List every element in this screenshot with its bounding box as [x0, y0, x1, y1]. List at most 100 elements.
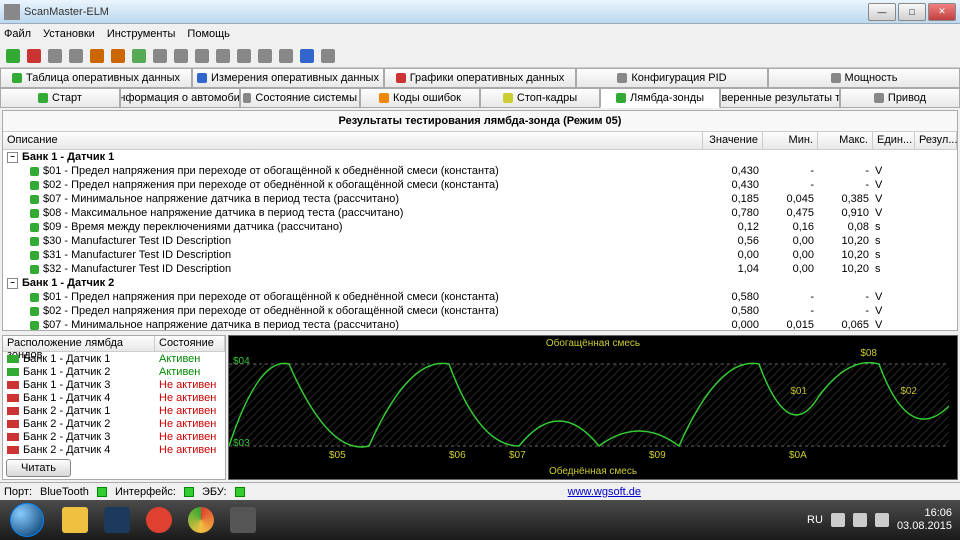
item-row[interactable]: $07 - Минимальное напряжение датчика в п… [3, 192, 957, 206]
tab-1[interactable]: Информация о автомобиле [120, 88, 240, 108]
sensor-row[interactable]: Банк 2 - Датчик 3Не активен [3, 430, 225, 443]
item-max: 0,385 [814, 193, 869, 205]
toolbar-button-2[interactable] [46, 47, 64, 65]
tab-5[interactable]: Лямбда-зонды [600, 88, 720, 108]
tab-0[interactable]: Старт [0, 88, 120, 108]
taskbar-app[interactable] [223, 504, 263, 536]
status-dot-icon [30, 209, 39, 218]
menu-file[interactable]: Файл [4, 28, 31, 40]
sensor-row[interactable]: Банк 1 - Датчик 2Активен [3, 365, 225, 378]
sensor-row[interactable]: Банк 1 - Датчик 1Активен [3, 352, 225, 365]
column-headers: Описание Значение Мин. Макс. Един... Рез… [3, 132, 957, 150]
menu-settings[interactable]: Установки [43, 28, 95, 40]
item-value: 0,12 [699, 221, 759, 233]
status-ecu-label: ЭБУ: [202, 486, 227, 498]
item-row[interactable]: $31 - Manufacturer Test ID Description0,… [3, 248, 957, 262]
item-row[interactable]: $09 - Время между переключениями датчика… [3, 220, 957, 234]
tab-1[interactable]: Измерения оперативных данных [192, 68, 384, 88]
tab-icon [396, 73, 406, 83]
item-row[interactable]: $01 - Предел напряжения при переходе от … [3, 164, 957, 178]
toolbar-button-13[interactable] [277, 47, 295, 65]
toolbar-button-15[interactable] [319, 47, 337, 65]
toolbar-button-8[interactable] [172, 47, 190, 65]
read-button[interactable]: Читать [6, 459, 71, 477]
tray-network-icon[interactable] [853, 513, 867, 527]
group-row[interactable]: −Банк 1 - Датчик 2 [3, 276, 957, 290]
menu-tools[interactable]: Инструменты [107, 28, 176, 40]
item-row[interactable]: $08 - Максимальное напряжение датчика в … [3, 206, 957, 220]
col-max[interactable]: Макс. [818, 132, 873, 149]
toolbar-button-9[interactable] [193, 47, 211, 65]
tab-4[interactable]: Мощность [768, 68, 960, 88]
item-row[interactable]: $01 - Предел напряжения при переходе от … [3, 290, 957, 304]
tab-label: Лямбда-зонды [630, 92, 704, 104]
col-result[interactable]: Резул... [915, 132, 957, 149]
tab-3[interactable]: Коды ошибок [360, 88, 480, 108]
toolbar-button-4[interactable] [88, 47, 106, 65]
status-iface-label: Интерфейс: [115, 486, 176, 498]
tab-4[interactable]: Стоп-кадры [480, 88, 600, 108]
item-unit: V [869, 193, 911, 205]
sensor-row[interactable]: Банк 1 - Датчик 3Не активен [3, 378, 225, 391]
item-min: - [759, 165, 814, 177]
item-row[interactable]: $07 - Минимальное напряжение датчика в п… [3, 318, 957, 330]
tab-2[interactable]: Графики оперативных данных [384, 68, 576, 88]
sensor-col-state[interactable]: Состояние [155, 336, 225, 351]
sensor-row[interactable]: Банк 2 - Датчик 2Не активен [3, 417, 225, 430]
sensor-row[interactable]: Банк 1 - Датчик 4Не активен [3, 391, 225, 404]
taskbar-photoshop[interactable] [97, 504, 137, 536]
results-tree[interactable]: −Банк 1 - Датчик 1$01 - Предел напряжени… [3, 150, 957, 330]
tab-2[interactable]: Состояние системы [240, 88, 360, 108]
toolbar-button-3[interactable] [67, 47, 85, 65]
item-value: 0,00 [699, 249, 759, 261]
sensor-col-location[interactable]: Расположение лямбда зондов [3, 336, 155, 351]
col-min[interactable]: Мин. [763, 132, 818, 149]
tray-volume-icon[interactable] [875, 513, 889, 527]
vendor-link[interactable]: www.wgsoft.de [568, 486, 641, 498]
windows-orb-icon [10, 503, 44, 537]
maximize-button[interactable]: □ [898, 3, 926, 21]
item-value: 0,780 [699, 207, 759, 219]
collapse-icon[interactable]: − [7, 152, 18, 163]
col-value[interactable]: Значение [703, 132, 763, 149]
item-unit: V [869, 291, 911, 303]
col-description[interactable]: Описание [3, 132, 703, 149]
minimize-button[interactable]: — [868, 3, 896, 21]
item-row[interactable]: $32 - Manufacturer Test ID Description1,… [3, 262, 957, 276]
item-value: 0,580 [699, 291, 759, 303]
item-row[interactable]: $02 - Предел напряжения при переходе от … [3, 304, 957, 318]
toolbar-button-1[interactable] [25, 47, 43, 65]
tab-7[interactable]: Привод [840, 88, 960, 108]
start-button[interactable] [0, 500, 54, 540]
menu-help[interactable]: Помощь [187, 28, 230, 40]
tab-0[interactable]: Таблица оперативных данных [0, 68, 192, 88]
item-min: 0,00 [759, 263, 814, 275]
tray-lang[interactable]: RU [807, 514, 823, 526]
taskbar-explorer[interactable] [55, 504, 95, 536]
taskbar-chrome[interactable] [181, 504, 221, 536]
toolbar-button-5[interactable] [109, 47, 127, 65]
toolbar-button-14[interactable] [298, 47, 316, 65]
sensor-state: Не активен [159, 379, 221, 391]
tray-clock[interactable]: 16:06 03.08.2015 [897, 507, 952, 533]
group-row[interactable]: −Банк 1 - Датчик 1 [3, 150, 957, 164]
toolbar-button-11[interactable] [235, 47, 253, 65]
close-button[interactable]: ✕ [928, 3, 956, 21]
item-row[interactable]: $30 - Manufacturer Test ID Description0,… [3, 234, 957, 248]
col-unit[interactable]: Един... [873, 132, 915, 149]
sensor-row[interactable]: Банк 2 - Датчик 1Не активен [3, 404, 225, 417]
toolbar-button-0[interactable] [4, 47, 22, 65]
item-unit: V [869, 207, 911, 219]
item-row[interactable]: $02 - Предел напряжения при переходе от … [3, 178, 957, 192]
tab-6[interactable]: Проверенные результаты теста [720, 88, 840, 108]
taskbar-yandex[interactable] [139, 504, 179, 536]
toolbar-button-12[interactable] [256, 47, 274, 65]
toolbar-button-10[interactable] [214, 47, 232, 65]
collapse-icon[interactable]: − [7, 278, 18, 289]
sensor-name: Банк 2 - Датчик 4 [23, 444, 159, 456]
toolbar-button-7[interactable] [151, 47, 169, 65]
tab-3[interactable]: Конфигурация PID [576, 68, 768, 88]
sensor-row[interactable]: Банк 2 - Датчик 4Не активен [3, 443, 225, 456]
tray-flag-icon[interactable] [831, 513, 845, 527]
toolbar-button-6[interactable] [130, 47, 148, 65]
